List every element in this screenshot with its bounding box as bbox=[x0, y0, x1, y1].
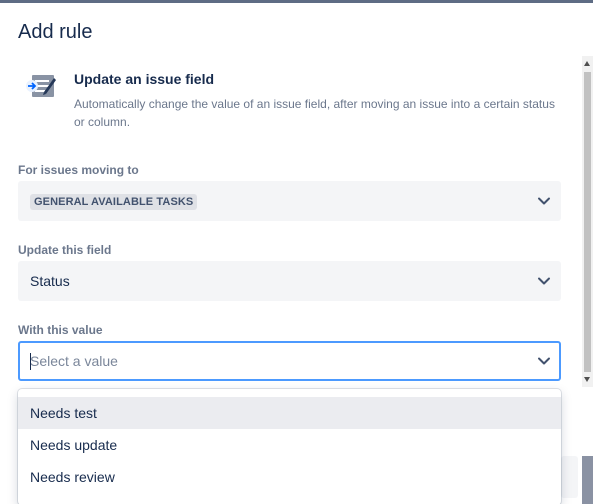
update-field-select[interactable]: Status bbox=[18, 261, 561, 301]
chevron-down-icon bbox=[538, 197, 550, 205]
value-dropdown-menu: Needs test Needs update Needs review bbox=[18, 389, 561, 504]
moving-to-label: For issues moving to bbox=[18, 163, 139, 177]
option-label: Needs update bbox=[30, 437, 118, 453]
status-lozenge: GENERAL AVAILABLE TASKS bbox=[30, 194, 198, 210]
update-field-value: Status bbox=[30, 273, 70, 289]
with-value-placeholder: Select a value bbox=[30, 353, 118, 369]
option-needs-review[interactable]: Needs review bbox=[18, 461, 561, 493]
update-field-icon bbox=[24, 72, 58, 102]
with-value-label: With this value bbox=[18, 323, 103, 337]
footer-button[interactable] bbox=[561, 456, 578, 498]
dialog-scrollbar[interactable] bbox=[582, 56, 593, 387]
option-needs-test[interactable]: Needs test bbox=[18, 397, 561, 429]
option-needs-update[interactable]: Needs update bbox=[18, 429, 561, 461]
moving-to-select[interactable]: GENERAL AVAILABLE TASKS bbox=[18, 181, 561, 221]
text-caret bbox=[30, 353, 31, 370]
rule-name: Update an issue field bbox=[74, 71, 215, 87]
scroll-up-icon[interactable] bbox=[584, 61, 590, 66]
update-field-label: Update this field bbox=[18, 243, 112, 257]
with-value-select[interactable]: Select a value bbox=[18, 341, 561, 381]
chevron-down-icon[interactable] bbox=[536, 353, 552, 369]
dialog-title: Add rule bbox=[18, 21, 93, 43]
rule-description: Automatically change the value of an iss… bbox=[74, 97, 555, 129]
option-label: Needs review bbox=[30, 469, 115, 485]
scroll-down-icon[interactable] bbox=[584, 377, 590, 382]
scrollbar-thumb[interactable] bbox=[584, 72, 591, 372]
option-label: Needs test bbox=[30, 405, 97, 421]
chevron-down-icon bbox=[538, 277, 550, 285]
